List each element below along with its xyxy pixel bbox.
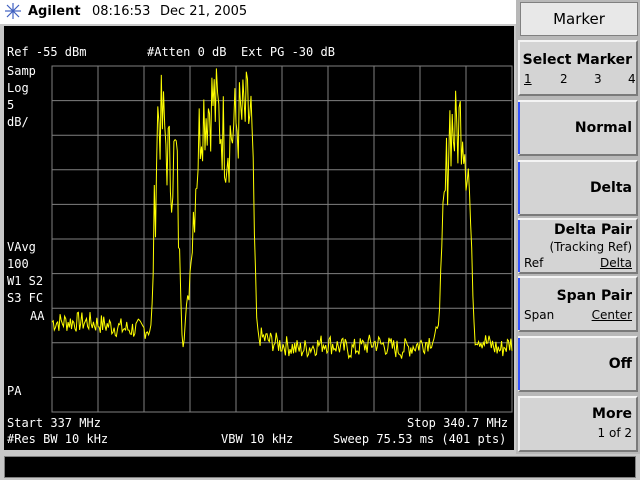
normal-label: Normal	[574, 120, 632, 136]
scale-unit-label: dB/	[7, 115, 29, 129]
more-key[interactable]: More 1 of 2	[518, 396, 638, 452]
stop-freq-label: Stop 340.7 MHz	[407, 416, 509, 430]
vbw-label: VBW 10 kHz	[221, 432, 294, 446]
delta-option: Delta	[599, 256, 632, 270]
key-marker-bar	[518, 338, 520, 390]
menu-title: Marker	[520, 2, 638, 36]
marker-2-option: 2	[560, 72, 568, 86]
marker-3-option: 3	[594, 72, 602, 86]
spectrum-plot	[51, 65, 513, 413]
off-key[interactable]: Off	[518, 336, 638, 392]
span-pair-label: Span Pair	[556, 288, 632, 304]
vavg-count-label: 100	[7, 257, 29, 271]
off-label: Off	[608, 356, 632, 372]
marker-4-option: 4	[628, 72, 636, 86]
instrument-header: Agilent 08:16:53 Dec 21, 2005	[0, 0, 516, 24]
status-bar	[4, 456, 636, 478]
normal-key[interactable]: Normal	[518, 100, 638, 156]
pa-label: PA	[7, 384, 22, 398]
trace-s3fc-label: S3 FC	[7, 291, 44, 305]
clock-date: Dec 21, 2005	[160, 4, 248, 19]
scale-value-label: 5	[7, 98, 15, 112]
center-option: Center	[591, 308, 632, 322]
ref-level-label: Ref -55 dBm	[7, 45, 87, 59]
delta-label: Delta	[589, 180, 632, 196]
start-freq-label: Start 337 MHz	[7, 416, 101, 430]
ext-pg-label: Ext PG -30 dB	[241, 45, 335, 59]
clock-time: 08:16:53	[92, 4, 151, 19]
atten-label: #Atten 0 dB	[147, 45, 227, 59]
delta-pair-label: Delta Pair	[554, 222, 632, 238]
brand-label: Agilent	[28, 4, 81, 19]
key-marker-bar	[518, 278, 520, 330]
key-marker-bar	[518, 162, 520, 214]
ref-option: Ref	[524, 256, 544, 270]
key-marker-bar	[518, 220, 520, 272]
select-marker-key[interactable]: Select Marker 1 2 3 4	[518, 40, 638, 96]
vavg-label: VAvg	[7, 240, 36, 254]
delta-pair-key[interactable]: Delta Pair (Tracking Ref) Ref Delta	[518, 218, 638, 274]
res-bw-label: #Res BW 10 kHz	[7, 432, 109, 446]
select-marker-label: Select Marker	[522, 52, 632, 68]
detector-samp-label: Samp	[7, 64, 36, 78]
delta-key[interactable]: Delta	[518, 160, 638, 216]
scale-type-label: Log	[7, 81, 29, 95]
more-label: More	[592, 406, 632, 422]
span-pair-key[interactable]: Span Pair Span Center	[518, 276, 638, 332]
trace-w1s2-label: W1 S2	[7, 274, 44, 288]
spectrum-display: Ref -55 dBm #Atten 0 dB Ext PG -30 dB Sa…	[4, 26, 514, 450]
key-marker-bar	[518, 102, 520, 154]
sweep-label: Sweep 75.53 ms (401 pts)	[333, 432, 507, 446]
marker-1-option: 1	[524, 72, 532, 86]
agilent-logo-icon	[5, 3, 21, 19]
trace-aa-label: AA	[30, 309, 45, 323]
span-option: Span	[524, 308, 555, 322]
tracking-ref-label: (Tracking Ref)	[549, 240, 632, 254]
softkey-panel: Marker Select Marker 1 2 3 4 Normal Delt…	[516, 0, 640, 454]
page-indicator: 1 of 2	[597, 426, 632, 440]
